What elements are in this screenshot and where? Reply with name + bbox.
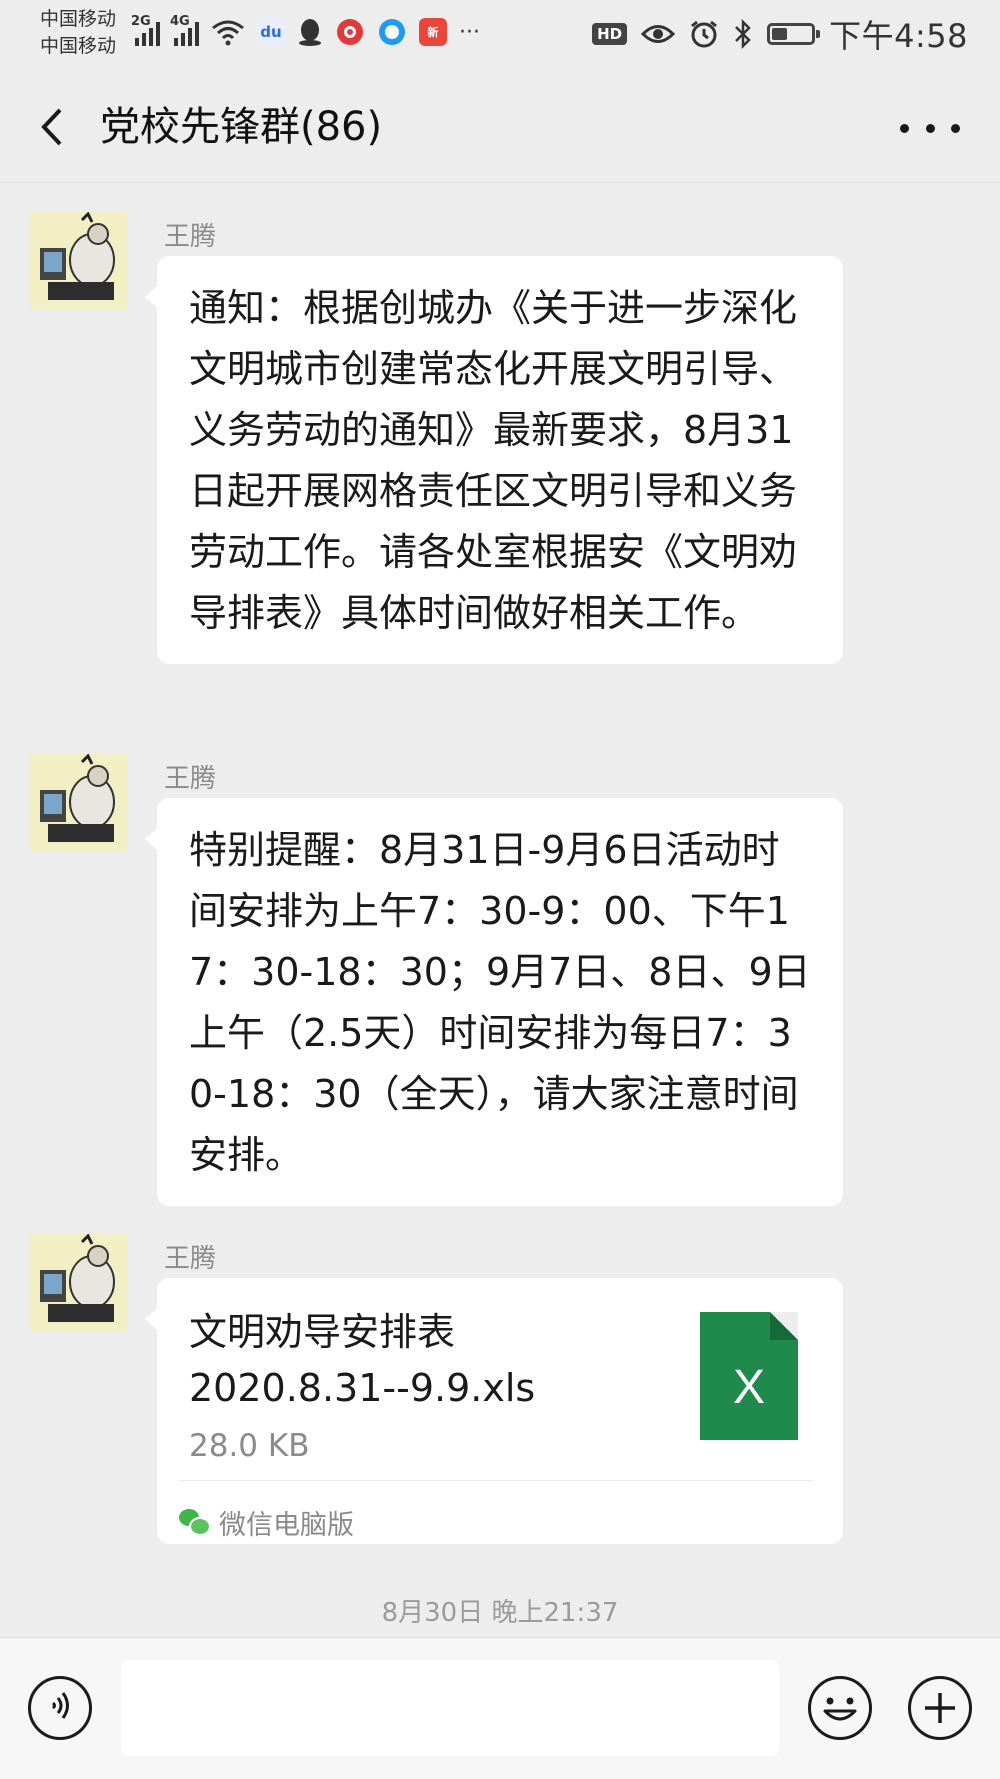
wifi-icon: [212, 20, 244, 46]
network-2g-label: 2G: [131, 14, 151, 29]
battery-level-fill: [772, 28, 788, 40]
message-timestamp: 8月30日 晚上21:37: [381, 1598, 619, 1628]
sender-name: 王腾: [164, 1244, 217, 1274]
chevron-left-icon: [41, 108, 62, 146]
network-4g-label: 4G: [170, 14, 190, 29]
sender-name: 王腾: [164, 222, 217, 252]
sender-name: 王腾: [164, 764, 217, 794]
more-dot-icon: [951, 123, 960, 133]
sender-avatar[interactable]: [30, 754, 128, 852]
excel-file-icon: X: [700, 1312, 798, 1440]
message-input[interactable]: [121, 1660, 779, 1756]
wechat-icon: [179, 1509, 211, 1536]
avatar-image: [30, 212, 128, 310]
baidu-app-icon: du: [257, 18, 285, 46]
chat-title: 党校先锋群(86): [100, 104, 383, 150]
avatar-image: [30, 754, 128, 852]
status-bar: 中国移动 中国移动 2G 4G du 新 ··· HD 下午4:58: [0, 0, 1000, 70]
alarm-icon: [691, 20, 718, 48]
file-message-card[interactable]: 文明劝导安排表 2020.8.31--9.9.xls 28.0 KB X 微信电脑…: [145, 1278, 843, 1544]
input-bar: [0, 1637, 1000, 1779]
clock: 下午4:58: [829, 17, 968, 55]
emoji-button[interactable]: [808, 1676, 872, 1740]
message-bubble[interactable]: 通知：根据创城办《关于进一步深化文明城市创建常态化开展文明引导、义务劳动的通知》…: [145, 256, 843, 664]
carrier-1: 中国移动: [40, 8, 117, 30]
signal-2g-icon: 2G: [131, 14, 160, 46]
file-name: 文明劝导安排表 2020.8.31--9.9.xls: [189, 1304, 649, 1416]
qq-icon: [299, 19, 321, 46]
sender-avatar[interactable]: [30, 212, 128, 310]
more-functions-button[interactable]: [908, 1676, 972, 1740]
more-options-button[interactable]: [900, 108, 960, 148]
bluetooth-icon: [735, 19, 751, 49]
message-bubble[interactable]: 特别提醒：8月31日-9月6日活动时间安排为上午7：30-9：00、下午17：3…: [145, 798, 843, 1206]
browser-app-icon: [379, 19, 405, 45]
carrier-2: 中国移动: [40, 35, 117, 57]
file-source: 微信电脑版: [179, 1502, 354, 1542]
plus-icon: [925, 1693, 955, 1723]
file-name-line-1: 文明劝导安排表: [189, 1310, 456, 1354]
more-dot-icon: [925, 123, 935, 133]
sender-avatar[interactable]: [30, 1234, 128, 1332]
signal-4g-icon: 4G: [170, 14, 199, 46]
excel-file-letter: X: [732, 1361, 765, 1414]
back-button[interactable]: [30, 100, 80, 154]
file-size: 28.0 KB: [189, 1428, 310, 1464]
file-name-line-2: 2020.8.31--9.9.xls: [189, 1366, 536, 1410]
status-right-icons: HD 下午4:58: [592, 12, 968, 56]
more-dot-icon: [900, 123, 909, 133]
status-left-icons: 2G 4G du 新 ···: [131, 12, 480, 52]
battery-icon: [767, 23, 821, 45]
smiley-icon: [823, 1697, 857, 1721]
chat-header: 党校先锋群(86): [0, 70, 1000, 183]
file-source-label: 微信电脑版: [219, 1509, 354, 1541]
divider: [179, 1480, 813, 1481]
weibo-app-icon: [337, 19, 363, 45]
hd-icon: HD: [592, 23, 628, 45]
news-app-icon: 新: [419, 18, 447, 46]
avatar-image: [30, 1234, 128, 1332]
eye-comfort-icon: [641, 25, 676, 43]
carrier-info: 中国移动 中国移动: [40, 6, 116, 60]
file-fold-corner: [770, 1312, 798, 1340]
voice-input-button[interactable]: [28, 1676, 92, 1740]
voice-icon: [51, 1692, 69, 1719]
more-notifications-icon: ···: [459, 19, 480, 45]
